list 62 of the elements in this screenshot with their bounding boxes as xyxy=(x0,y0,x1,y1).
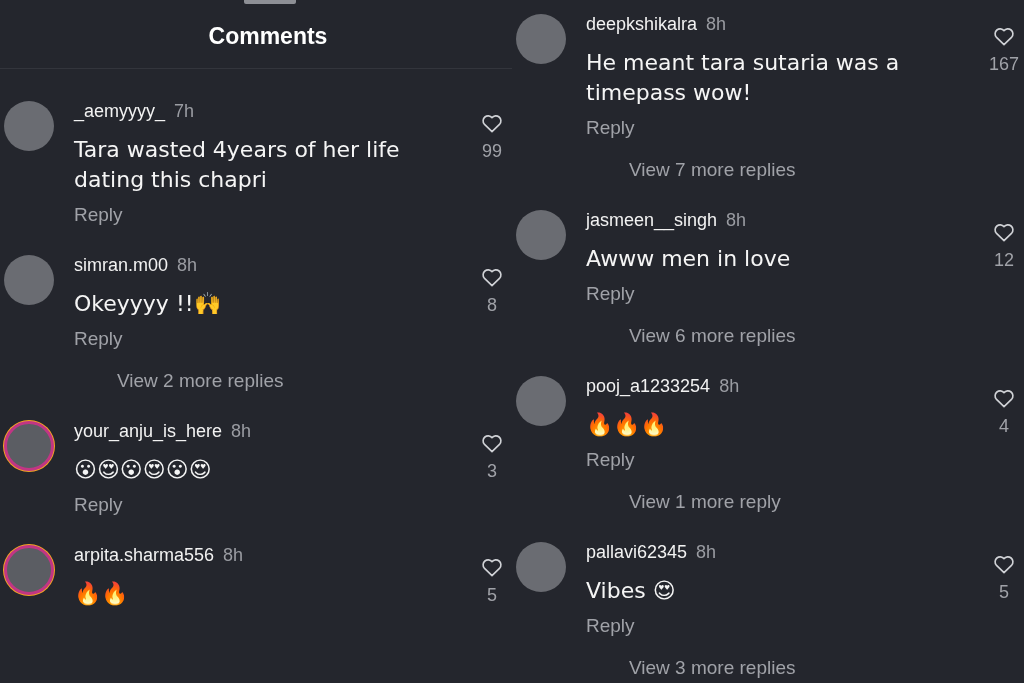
username[interactable]: deepkshikalra xyxy=(586,14,698,35)
username[interactable]: jasmeen__singh xyxy=(586,210,718,231)
comment-time: 8h xyxy=(726,210,747,231)
comment-text: Awww men in love xyxy=(586,245,791,273)
reply-link[interactable]: Reply xyxy=(74,491,123,519)
heart-icon[interactable] xyxy=(481,433,503,453)
reply-link[interactable]: Reply xyxy=(586,446,635,474)
view-replies-link[interactable]: View 3 more replies xyxy=(629,654,796,682)
reply-link[interactable]: Reply xyxy=(74,201,123,229)
reply-link[interactable]: Reply xyxy=(74,325,123,353)
like-count: 3 xyxy=(487,461,497,482)
comment-text: 🔥🔥 xyxy=(74,580,128,608)
comment-text: 😮😍😮😍😮😍 xyxy=(74,456,212,484)
heart-icon[interactable] xyxy=(993,26,1015,46)
user-avatar[interactable] xyxy=(4,545,54,595)
user-avatar[interactable] xyxy=(4,255,54,305)
username[interactable]: pooj_a1233254 xyxy=(586,376,711,397)
user-avatar[interactable] xyxy=(4,421,54,471)
like-count: 99 xyxy=(482,141,502,162)
reply-link[interactable]: Reply xyxy=(586,612,635,640)
comment-time: 8h xyxy=(706,14,727,35)
comment-time: 8h xyxy=(223,545,244,566)
heart-icon[interactable] xyxy=(481,557,503,577)
user-avatar[interactable] xyxy=(4,101,54,151)
comments-title: Comments xyxy=(207,22,329,51)
comment-time: 8h xyxy=(696,542,717,563)
user-avatar[interactable] xyxy=(516,210,566,260)
user-avatar[interactable] xyxy=(516,542,566,592)
view-replies-link[interactable]: View 1 more reply xyxy=(629,488,781,516)
like-count: 167 xyxy=(988,54,1019,75)
like-count: 12 xyxy=(994,250,1014,271)
comment-text: Vibes 😍 xyxy=(586,577,676,605)
view-replies-link[interactable]: View 6 more replies xyxy=(629,322,796,350)
like-count: 4 xyxy=(999,416,1009,437)
heart-icon[interactable] xyxy=(993,388,1015,408)
view-replies-link[interactable]: View 7 more replies xyxy=(629,156,796,184)
comment-text: 🔥🔥🔥 xyxy=(586,411,667,439)
like-count: 5 xyxy=(999,582,1009,603)
reply-link[interactable]: Reply xyxy=(586,280,635,308)
username[interactable]: simran.m00 xyxy=(74,255,169,276)
username[interactable]: arpita.sharma556 xyxy=(74,545,215,566)
comment-text: Okeyyyy !!🙌 xyxy=(74,290,221,318)
comment-text: He meant tara sutaria was a timepass wow! xyxy=(586,49,901,107)
comment-time: 8h xyxy=(177,255,198,276)
heart-icon[interactable] xyxy=(481,267,503,287)
comment-text: Tara wasted 4years of her life dating this chapri xyxy=(74,136,401,194)
reply-link[interactable]: Reply xyxy=(586,114,635,142)
comment-time: 7h xyxy=(174,101,195,122)
user-avatar[interactable] xyxy=(516,376,566,426)
heart-icon[interactable] xyxy=(993,554,1015,574)
user-avatar[interactable] xyxy=(516,14,566,64)
like-count: 5 xyxy=(487,585,497,606)
comment-time: 8h xyxy=(719,376,740,397)
drag-handle[interactable] xyxy=(244,0,296,4)
comment-time: 8h xyxy=(231,421,252,442)
username[interactable]: your_anju_is_here xyxy=(74,421,223,442)
view-replies-link[interactable]: View 2 more replies xyxy=(117,367,284,395)
like-count: 8 xyxy=(487,295,497,316)
username[interactable]: _aemyyyy_ xyxy=(74,101,166,122)
heart-icon[interactable] xyxy=(993,222,1015,242)
username[interactable]: pallavi62345 xyxy=(586,542,688,563)
heart-icon[interactable] xyxy=(481,113,503,133)
